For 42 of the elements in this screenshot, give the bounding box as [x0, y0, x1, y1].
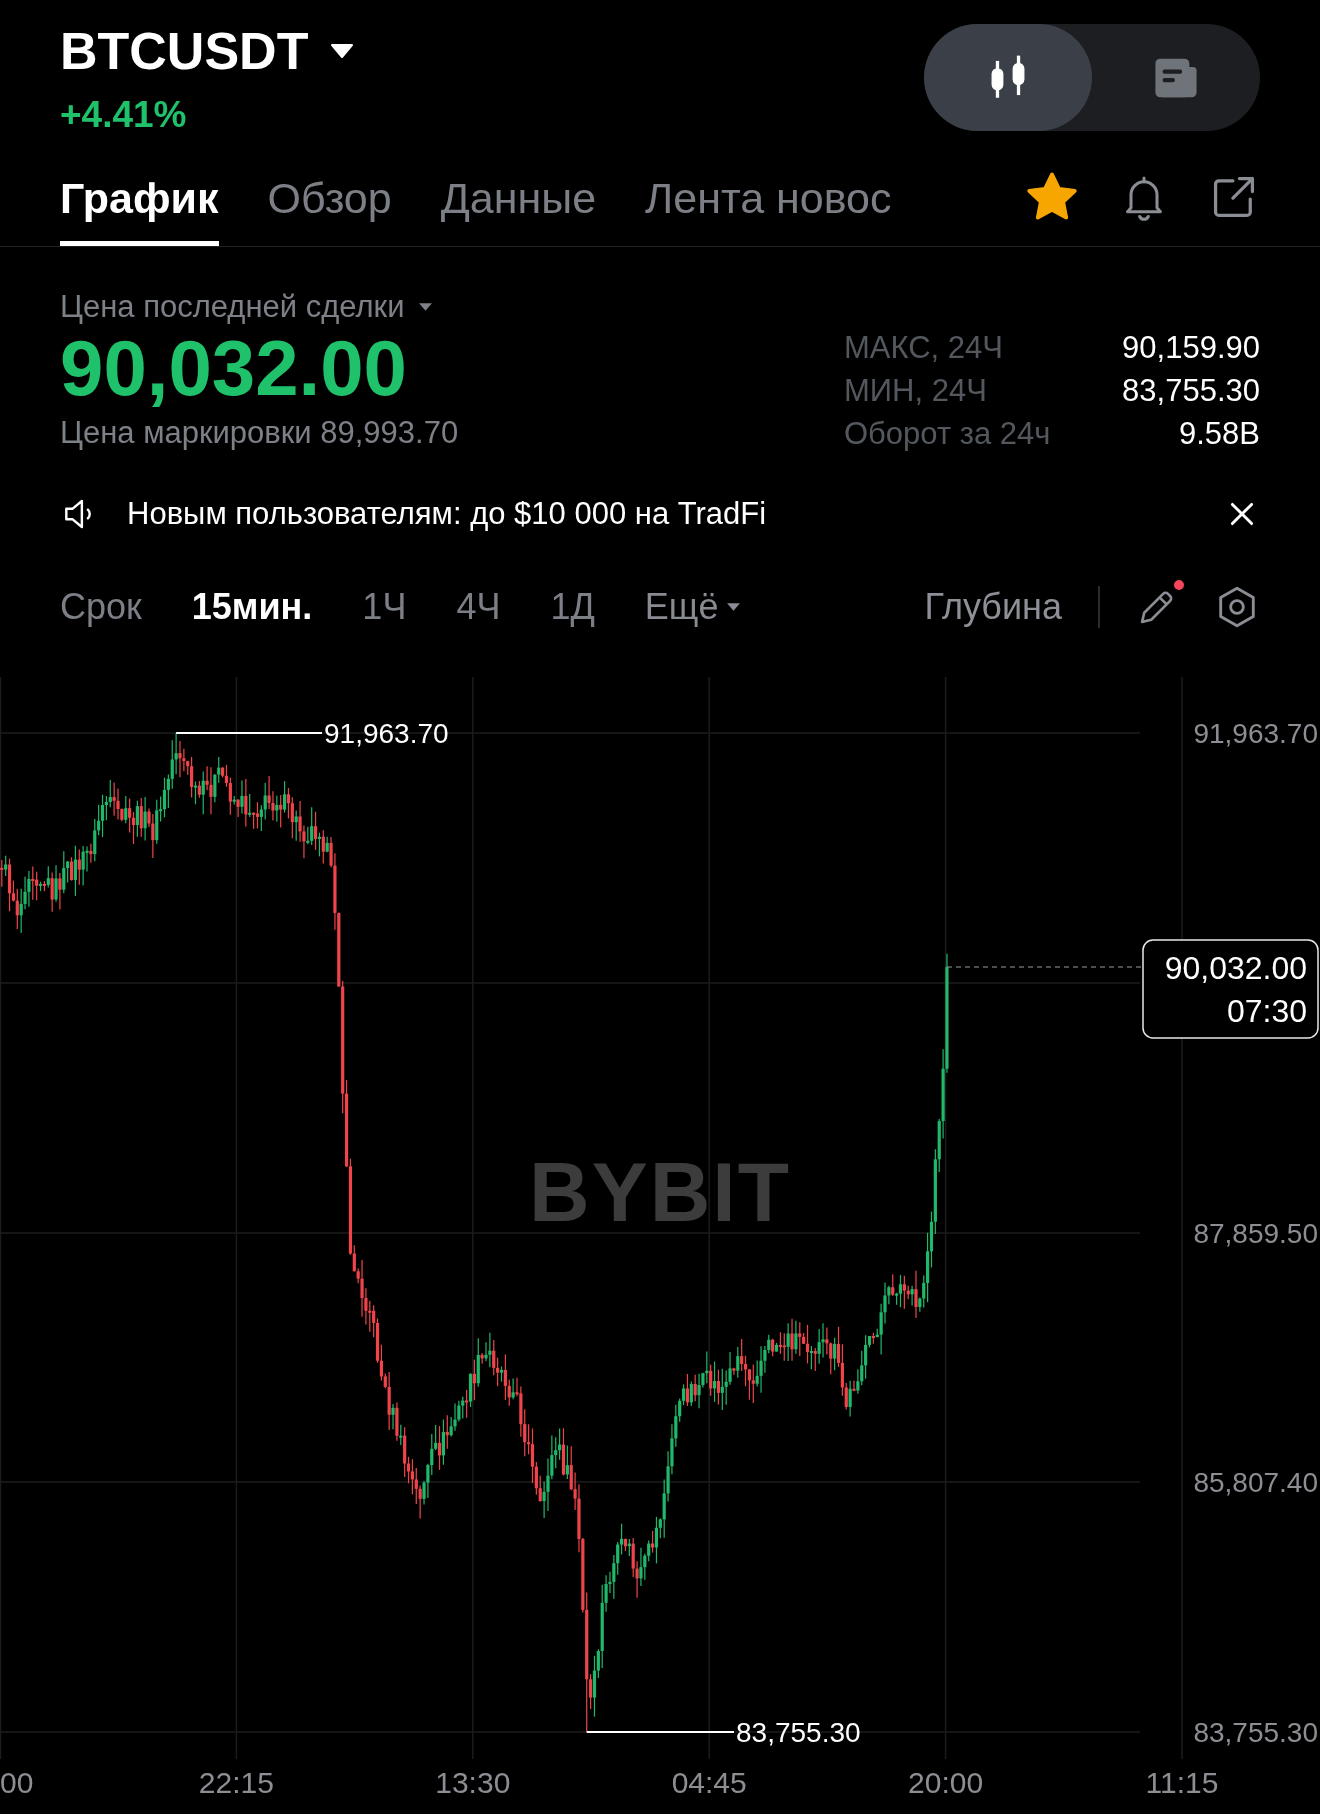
high-price-label: 91,963.70: [324, 717, 449, 749]
period-label: Срок: [60, 586, 142, 628]
mark-price: Цена маркировки 89,993.70: [60, 414, 459, 452]
stat-label: МИН, 24Ч: [844, 372, 988, 409]
last-price: 90,032.00: [60, 327, 407, 409]
interval-tab[interactable]: 1Д: [550, 586, 595, 628]
price-change: +4.41%: [60, 93, 188, 137]
price-axis-label: 83,755.30: [1193, 1716, 1318, 1748]
low-price-label: 83,755.30: [736, 1716, 861, 1748]
stat-label: МАКС, 24Ч: [844, 329, 1004, 366]
time-axis-label: 13:30: [435, 1765, 511, 1799]
time-axis-label: 22:15: [198, 1765, 274, 1799]
time-axis-label: 20:00: [908, 1765, 984, 1799]
price-axis-label: 87,859.50: [1193, 1217, 1318, 1249]
stat-label: Оборот за 24ч: [844, 415, 1052, 452]
last-price-value: 90,032.00: [1164, 950, 1307, 986]
countdown-timer: 07:30: [1226, 993, 1307, 1029]
more-intervals-dropdown[interactable]: Ещё: [644, 586, 742, 628]
interval-tab[interactable]: 1Ч: [362, 586, 407, 628]
interval-tab[interactable]: 4Ч: [456, 586, 501, 628]
caret-icon: [418, 302, 434, 312]
price-type-dropdown[interactable]: Цена последней сделки: [60, 287, 434, 327]
announcement-text[interactable]: Новым пользователям: до $10 000 на TradFi: [127, 496, 767, 532]
stat-value: 83,755.30: [1122, 372, 1260, 409]
price-axis-label: 91,963.70: [1193, 717, 1318, 749]
tab[interactable]: Лента новос: [645, 174, 892, 246]
tab[interactable]: График: [60, 174, 219, 246]
chart-watermark: BYBIT: [529, 1145, 791, 1239]
stat-value: 9.58B: [1178, 415, 1260, 452]
price-axis-label: 85,807.40: [1193, 1466, 1318, 1498]
time-axis-label: 04:45: [671, 1765, 747, 1799]
caret-icon: [330, 43, 355, 59]
depth-button[interactable]: Глубина: [924, 586, 1062, 628]
caret-icon: [726, 602, 742, 612]
tab[interactable]: Данные: [440, 174, 597, 246]
tab[interactable]: Обзор: [267, 174, 392, 246]
interval-tab[interactable]: 15мин.: [191, 586, 313, 628]
close-icon[interactable]: [1230, 502, 1254, 526]
symbol-selector[interactable]: BTCUSDT: [60, 22, 355, 80]
time-axis-label: 00: [0, 1765, 34, 1799]
stat-value: 90,159.90: [1122, 329, 1260, 366]
time-axis-label: 11:15: [1145, 1765, 1219, 1799]
